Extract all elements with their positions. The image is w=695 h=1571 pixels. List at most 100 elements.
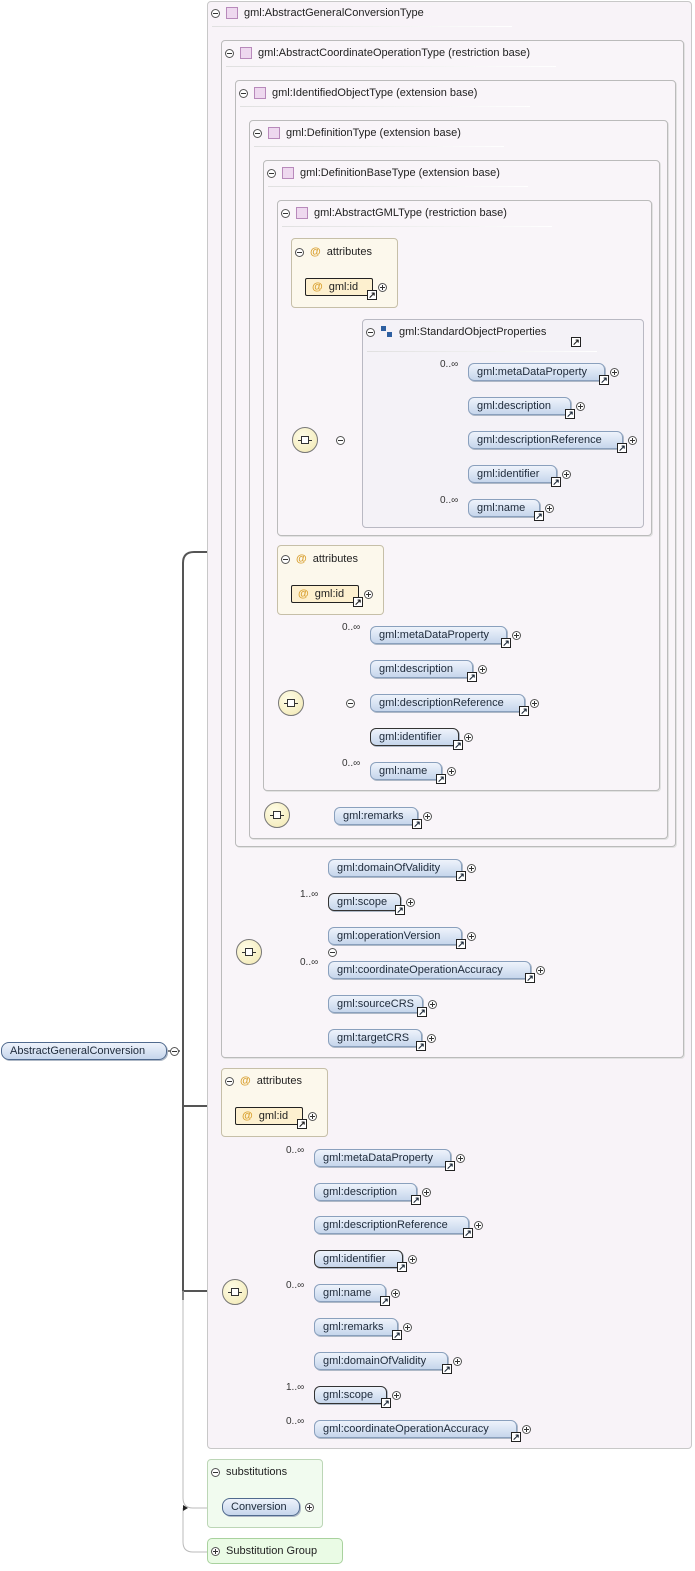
link-icon[interactable]: ↗ <box>571 337 581 347</box>
element-name[interactable]: gml:name <box>370 762 456 784</box>
element-scope[interactable]: gml:scope <box>328 893 415 915</box>
element-description[interactable]: gml:description <box>468 397 585 419</box>
element-name[interactable]: gml:name <box>468 499 554 521</box>
link-icon[interactable] <box>456 871 466 881</box>
expand-toggle[interactable] <box>545 504 554 513</box>
collapse-toggle[interactable] <box>336 436 346 445</box>
collapse-toggle[interactable] <box>267 168 276 178</box>
expand-toggle[interactable] <box>422 1188 431 1197</box>
element-source-crs[interactable]: gml:sourceCRS <box>328 995 437 1017</box>
expand-toggle[interactable] <box>628 436 637 445</box>
collapse-toggle[interactable] <box>253 128 262 138</box>
element-domain-of-validity[interactable]: gml:domainOfValidity <box>328 859 476 881</box>
link-icon[interactable] <box>456 939 466 949</box>
root-element[interactable]: AbstractGeneralConversion <box>1 1042 167 1060</box>
link-icon[interactable] <box>381 1398 391 1408</box>
expand-toggle[interactable] <box>428 1000 437 1009</box>
expand-toggle[interactable] <box>392 1391 401 1400</box>
element-identifier[interactable]: gml:identifier <box>370 728 473 750</box>
expand-toggle[interactable] <box>364 590 373 599</box>
expand-toggle[interactable] <box>211 1546 220 1556</box>
element-scope[interactable]: gml:scope <box>314 1386 401 1408</box>
link-icon[interactable] <box>445 1161 455 1171</box>
expand-toggle[interactable] <box>447 767 456 776</box>
element-domain-of-validity[interactable]: gml:domainOfValidity <box>314 1352 462 1374</box>
expand-toggle[interactable] <box>464 733 473 742</box>
element-description[interactable]: gml:description <box>370 660 487 682</box>
collapse-toggle[interactable] <box>225 48 234 58</box>
expand-toggle[interactable] <box>512 631 521 640</box>
expand-toggle[interactable] <box>467 864 476 873</box>
attribute-gml-id[interactable]: @ gml:id <box>291 585 373 607</box>
link-icon[interactable] <box>392 1330 402 1340</box>
link-icon[interactable] <box>617 443 627 453</box>
element-conversion[interactable]: Conversion <box>222 1498 314 1516</box>
element-name[interactable]: gml:name <box>314 1284 400 1306</box>
attribute-gml-id[interactable]: @ gml:id <box>235 1107 317 1129</box>
expand-toggle[interactable] <box>403 1323 412 1332</box>
expand-toggle[interactable] <box>522 1425 531 1434</box>
link-icon[interactable] <box>417 1007 427 1017</box>
link-icon[interactable] <box>395 905 405 915</box>
expand-toggle[interactable] <box>308 1112 317 1121</box>
element-metadata-property[interactable]: gml:metaDataProperty <box>370 626 521 648</box>
link-icon[interactable] <box>353 597 363 607</box>
link-icon[interactable] <box>380 1296 390 1306</box>
element-description-reference[interactable]: gml:descriptionReference <box>314 1216 483 1238</box>
element-description-reference[interactable]: gml:descriptionReference <box>370 694 539 716</box>
expand-toggle[interactable] <box>391 1289 400 1298</box>
link-icon[interactable] <box>442 1364 452 1374</box>
link-icon[interactable] <box>519 706 529 716</box>
link-icon[interactable] <box>411 1195 421 1205</box>
expand-toggle[interactable] <box>378 283 387 292</box>
element-identifier[interactable]: gml:identifier <box>314 1250 417 1272</box>
collapse-toggle[interactable] <box>366 327 375 337</box>
link-icon[interactable] <box>525 973 535 983</box>
link-icon[interactable] <box>453 740 463 750</box>
collapse-toggle[interactable] <box>170 1047 179 1056</box>
link-icon[interactable] <box>511 1432 521 1442</box>
expand-toggle[interactable] <box>467 932 476 941</box>
element-identifier[interactable]: gml:identifier <box>468 465 571 487</box>
element-metadata-property[interactable]: gml:metaDataProperty <box>468 363 619 385</box>
expand-toggle[interactable] <box>576 402 585 411</box>
element-coordinate-operation-accuracy[interactable]: gml:coordinateOperationAccuracy <box>314 1420 531 1442</box>
link-icon[interactable] <box>297 1119 307 1129</box>
expand-toggle[interactable] <box>562 470 571 479</box>
expand-toggle[interactable] <box>406 898 415 907</box>
link-icon[interactable] <box>467 672 477 682</box>
expand-toggle[interactable] <box>536 966 545 975</box>
collapse-toggle[interactable] <box>281 208 290 218</box>
collapse-toggle[interactable] <box>211 8 220 18</box>
link-icon[interactable] <box>565 409 575 419</box>
element-operation-version[interactable]: gml:operationVersion <box>328 927 476 949</box>
expand-toggle[interactable] <box>305 1503 314 1512</box>
link-icon[interactable] <box>599 375 609 385</box>
link-icon[interactable] <box>534 511 544 521</box>
link-icon[interactable] <box>367 290 377 300</box>
element-description-reference[interactable]: gml:descriptionReference <box>468 431 637 453</box>
expand-toggle[interactable] <box>453 1357 462 1366</box>
element-metadata-property[interactable]: gml:metaDataProperty <box>314 1149 465 1171</box>
expand-toggle[interactable] <box>423 812 432 821</box>
link-icon[interactable] <box>397 1262 407 1272</box>
collapse-toggle[interactable] <box>281 554 290 564</box>
element-coordinate-operation-accuracy[interactable]: gml:coordinateOperationAccuracy <box>328 961 545 983</box>
link-icon[interactable] <box>501 638 511 648</box>
link-icon[interactable] <box>416 1041 426 1051</box>
collapse-toggle[interactable] <box>225 1076 234 1086</box>
element-description[interactable]: gml:description <box>314 1183 431 1205</box>
expand-toggle[interactable] <box>408 1255 417 1264</box>
link-icon[interactable] <box>412 819 422 829</box>
expand-toggle[interactable] <box>530 699 539 708</box>
element-remarks[interactable]: gml:remarks <box>334 807 432 829</box>
element-remarks[interactable]: gml:remarks <box>314 1318 412 1340</box>
link-icon[interactable] <box>463 1228 473 1238</box>
attribute-gml-id[interactable]: @ gml:id <box>305 278 387 300</box>
collapse-toggle[interactable] <box>295 247 304 257</box>
link-icon[interactable] <box>551 477 561 487</box>
expand-toggle[interactable] <box>610 368 619 377</box>
expand-toggle[interactable] <box>474 1221 483 1230</box>
expand-toggle[interactable] <box>478 665 487 674</box>
collapse-toggle[interactable] <box>211 1467 220 1477</box>
